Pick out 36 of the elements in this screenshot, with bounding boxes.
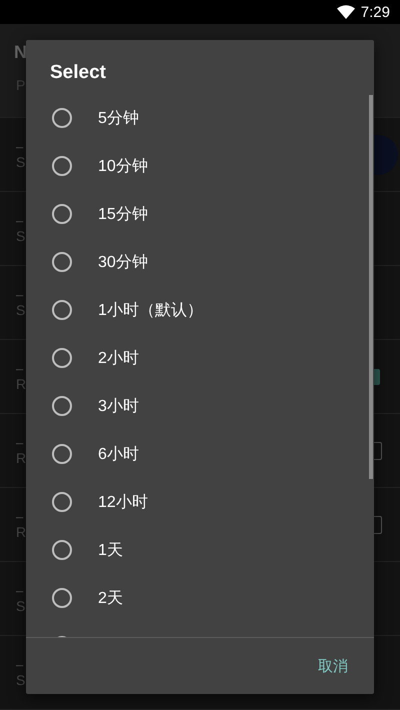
option-label[interactable]: 12小时 bbox=[98, 492, 148, 512]
row-dash: – bbox=[16, 214, 24, 228]
option-label[interactable]: 1天 bbox=[98, 540, 123, 560]
row-dash: – bbox=[16, 288, 24, 302]
row-dash: – bbox=[16, 658, 24, 672]
radio-button[interactable] bbox=[52, 396, 72, 416]
option-label[interactable]: 15分钟 bbox=[98, 204, 148, 224]
option-label[interactable]: 3小时 bbox=[98, 396, 139, 416]
radio-button[interactable] bbox=[52, 588, 72, 608]
radio-button[interactable] bbox=[52, 348, 72, 368]
radio-button[interactable] bbox=[52, 108, 72, 128]
row-dash: – bbox=[16, 584, 24, 598]
cancel-button[interactable]: 取消 bbox=[314, 652, 352, 680]
row-dash: – bbox=[16, 510, 24, 524]
status-time: 7:29 bbox=[360, 4, 390, 20]
option-label[interactable]: 6小时 bbox=[98, 444, 139, 464]
wifi-icon bbox=[336, 5, 355, 19]
radio-button[interactable] bbox=[52, 444, 72, 464]
page-title: N bbox=[14, 42, 27, 63]
option-label[interactable]: 10分钟 bbox=[98, 156, 148, 176]
dialog-title: Select bbox=[49, 61, 107, 85]
radio-button[interactable] bbox=[52, 300, 72, 320]
radio-button[interactable] bbox=[52, 252, 72, 272]
radio-button[interactable] bbox=[52, 156, 72, 176]
option-label[interactable]: 5分钟 bbox=[98, 108, 139, 128]
row-dash: – bbox=[16, 140, 24, 154]
radio-button[interactable] bbox=[52, 204, 72, 224]
radio-button[interactable] bbox=[52, 540, 72, 560]
row-dash: – bbox=[16, 436, 24, 450]
scrollbar[interactable] bbox=[369, 95, 373, 479]
radio-button[interactable] bbox=[52, 492, 72, 512]
row-dash: – bbox=[16, 362, 24, 376]
option-label[interactable]: 1小时（默认） bbox=[98, 300, 203, 320]
option-label[interactable]: 30分钟 bbox=[98, 252, 148, 272]
option-label[interactable]: 2小时 bbox=[98, 348, 139, 368]
option-label[interactable]: 2天 bbox=[98, 588, 123, 608]
